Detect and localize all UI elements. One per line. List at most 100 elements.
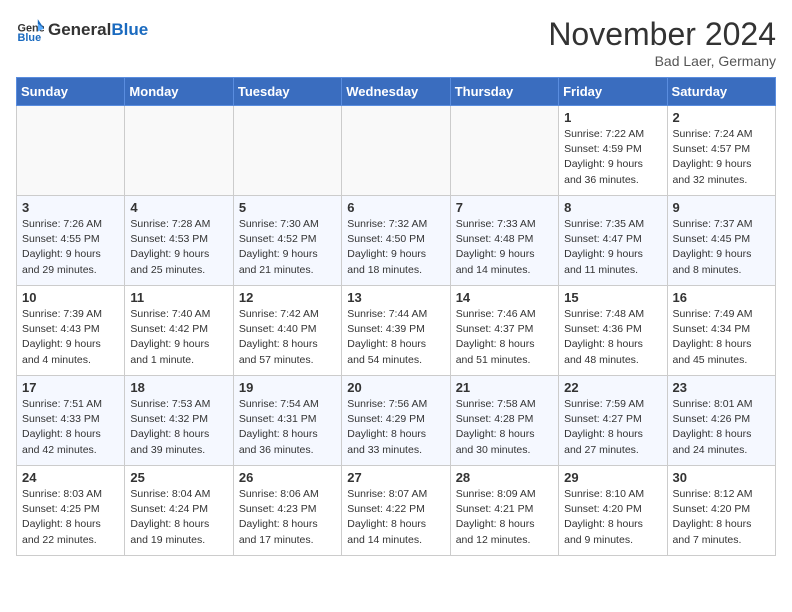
calendar-week-1: 1 Sunrise: 7:22 AM Sunset: 4:59 PM Daylig… (17, 106, 776, 196)
day-number: 18 (130, 380, 227, 395)
weekday-header-monday: Monday (125, 78, 233, 106)
day-info: Sunrise: 7:24 AM Sunset: 4:57 PM Dayligh… (673, 127, 770, 188)
day-info: Sunrise: 7:22 AM Sunset: 4:59 PM Dayligh… (564, 127, 661, 188)
day-info: Sunrise: 7:26 AM Sunset: 4:55 PM Dayligh… (22, 217, 119, 278)
day-number: 14 (456, 290, 553, 305)
day-number: 2 (673, 110, 770, 125)
weekday-header-thursday: Thursday (450, 78, 558, 106)
calendar-header: SundayMondayTuesdayWednesdayThursdayFrid… (17, 78, 776, 106)
day-info: Sunrise: 8:07 AM Sunset: 4:22 PM Dayligh… (347, 487, 444, 548)
day-info: Sunrise: 7:35 AM Sunset: 4:47 PM Dayligh… (564, 217, 661, 278)
day-info: Sunrise: 7:40 AM Sunset: 4:42 PM Dayligh… (130, 307, 227, 368)
day-number: 10 (22, 290, 119, 305)
logo: General Blue General Blue (16, 16, 148, 44)
calendar-cell: 30 Sunrise: 8:12 AM Sunset: 4:20 PM Dayli… (667, 466, 775, 556)
calendar-cell: 6 Sunrise: 7:32 AM Sunset: 4:50 PM Daylig… (342, 196, 450, 286)
day-number: 9 (673, 200, 770, 215)
calendar-week-4: 17 Sunrise: 7:51 AM Sunset: 4:33 PM Dayli… (17, 376, 776, 466)
day-number: 25 (130, 470, 227, 485)
calendar-cell (17, 106, 125, 196)
location: Bad Laer, Germany (548, 53, 776, 69)
logo-icon: General Blue (16, 16, 44, 44)
weekday-header-friday: Friday (559, 78, 667, 106)
day-number: 6 (347, 200, 444, 215)
day-number: 8 (564, 200, 661, 215)
day-info: Sunrise: 7:51 AM Sunset: 4:33 PM Dayligh… (22, 397, 119, 458)
day-info: Sunrise: 7:53 AM Sunset: 4:32 PM Dayligh… (130, 397, 227, 458)
calendar-cell: 15 Sunrise: 7:48 AM Sunset: 4:36 PM Dayli… (559, 286, 667, 376)
calendar-cell: 17 Sunrise: 7:51 AM Sunset: 4:33 PM Dayli… (17, 376, 125, 466)
day-number: 5 (239, 200, 336, 215)
calendar-cell: 18 Sunrise: 7:53 AM Sunset: 4:32 PM Dayli… (125, 376, 233, 466)
calendar-cell (342, 106, 450, 196)
day-info: Sunrise: 7:49 AM Sunset: 4:34 PM Dayligh… (673, 307, 770, 368)
calendar-cell: 10 Sunrise: 7:39 AM Sunset: 4:43 PM Dayli… (17, 286, 125, 376)
day-info: Sunrise: 8:12 AM Sunset: 4:20 PM Dayligh… (673, 487, 770, 548)
calendar-week-5: 24Sunrise: 8:03 AM Sunset: 4:25 PM Dayli… (17, 466, 776, 556)
calendar-cell (125, 106, 233, 196)
day-number: 12 (239, 290, 336, 305)
day-number: 23 (673, 380, 770, 395)
calendar-cell: 12 Sunrise: 7:42 AM Sunset: 4:40 PM Dayli… (233, 286, 341, 376)
calendar-cell: 13 Sunrise: 7:44 AM Sunset: 4:39 PM Dayli… (342, 286, 450, 376)
day-info: Sunrise: 7:32 AM Sunset: 4:50 PM Dayligh… (347, 217, 444, 278)
day-info: Sunrise: 8:06 AM Sunset: 4:23 PM Dayligh… (239, 487, 336, 548)
day-info: Sunrise: 8:04 AM Sunset: 4:24 PM Dayligh… (130, 487, 227, 548)
day-info: Sunrise: 7:39 AM Sunset: 4:43 PM Dayligh… (22, 307, 119, 368)
day-info: Sunrise: 7:48 AM Sunset: 4:36 PM Dayligh… (564, 307, 661, 368)
day-number: 7 (456, 200, 553, 215)
day-info: Sunrise: 7:33 AM Sunset: 4:48 PM Dayligh… (456, 217, 553, 278)
day-info: Sunrise: 7:46 AM Sunset: 4:37 PM Dayligh… (456, 307, 553, 368)
calendar-cell: 1 Sunrise: 7:22 AM Sunset: 4:59 PM Daylig… (559, 106, 667, 196)
logo-general: General (48, 20, 111, 40)
day-number: 11 (130, 290, 227, 305)
svg-text:Blue: Blue (18, 32, 42, 44)
calendar-cell: 16 Sunrise: 7:49 AM Sunset: 4:34 PM Dayli… (667, 286, 775, 376)
calendar-cell: 27 Sunrise: 8:07 AM Sunset: 4:22 PM Dayli… (342, 466, 450, 556)
day-number: 29 (564, 470, 661, 485)
day-number: 13 (347, 290, 444, 305)
day-number: 30 (673, 470, 770, 485)
day-number: 22 (564, 380, 661, 395)
calendar-week-3: 10 Sunrise: 7:39 AM Sunset: 4:43 PM Dayli… (17, 286, 776, 376)
day-number: 3 (22, 200, 119, 215)
weekday-header-tuesday: Tuesday (233, 78, 341, 106)
calendar-cell: 5 Sunrise: 7:30 AM Sunset: 4:52 PM Daylig… (233, 196, 341, 286)
day-info: Sunrise: 8:03 AM Sunset: 4:25 PM Dayligh… (22, 487, 119, 548)
calendar-cell (233, 106, 341, 196)
day-number: 15 (564, 290, 661, 305)
weekday-header-sunday: Sunday (17, 78, 125, 106)
day-info: Sunrise: 7:44 AM Sunset: 4:39 PM Dayligh… (347, 307, 444, 368)
day-number: 16 (673, 290, 770, 305)
day-info: Sunrise: 8:10 AM Sunset: 4:20 PM Dayligh… (564, 487, 661, 548)
day-info: Sunrise: 8:01 AM Sunset: 4:26 PM Dayligh… (673, 397, 770, 458)
calendar-cell: 29 Sunrise: 8:10 AM Sunset: 4:20 PM Dayli… (559, 466, 667, 556)
calendar-cell: 9Sunrise: 7:37 AM Sunset: 4:45 PM Daylig… (667, 196, 775, 286)
day-number: 1 (564, 110, 661, 125)
day-number: 21 (456, 380, 553, 395)
calendar-cell: 8 Sunrise: 7:35 AM Sunset: 4:47 PM Daylig… (559, 196, 667, 286)
title-block: November 2024 Bad Laer, Germany (548, 16, 776, 69)
page-header: General Blue General Blue November 2024 … (16, 16, 776, 69)
calendar-cell: 22 Sunrise: 7:59 AM Sunset: 4:27 PM Dayli… (559, 376, 667, 466)
day-number: 4 (130, 200, 227, 215)
day-info: Sunrise: 7:42 AM Sunset: 4:40 PM Dayligh… (239, 307, 336, 368)
day-info: Sunrise: 7:28 AM Sunset: 4:53 PM Dayligh… (130, 217, 227, 278)
calendar-cell: 23 Sunrise: 8:01 AM Sunset: 4:26 PM Dayli… (667, 376, 775, 466)
calendar-cell: 21 Sunrise: 7:58 AM Sunset: 4:28 PM Dayli… (450, 376, 558, 466)
day-number: 20 (347, 380, 444, 395)
calendar-cell: 2 Sunrise: 7:24 AM Sunset: 4:57 PM Daylig… (667, 106, 775, 196)
day-number: 27 (347, 470, 444, 485)
calendar-cell: 24Sunrise: 8:03 AM Sunset: 4:25 PM Dayli… (17, 466, 125, 556)
calendar-cell: 19Sunrise: 7:54 AM Sunset: 4:31 PM Dayli… (233, 376, 341, 466)
day-info: Sunrise: 7:59 AM Sunset: 4:27 PM Dayligh… (564, 397, 661, 458)
calendar-cell: 28Sunrise: 8:09 AM Sunset: 4:21 PM Dayli… (450, 466, 558, 556)
day-info: Sunrise: 7:58 AM Sunset: 4:28 PM Dayligh… (456, 397, 553, 458)
calendar-cell (450, 106, 558, 196)
day-number: 17 (22, 380, 119, 395)
calendar-cell: 4 Sunrise: 7:28 AM Sunset: 4:53 PM Daylig… (125, 196, 233, 286)
day-number: 26 (239, 470, 336, 485)
calendar-week-2: 3 Sunrise: 7:26 AM Sunset: 4:55 PM Daylig… (17, 196, 776, 286)
day-info: Sunrise: 7:30 AM Sunset: 4:52 PM Dayligh… (239, 217, 336, 278)
calendar-cell: 7 Sunrise: 7:33 AM Sunset: 4:48 PM Daylig… (450, 196, 558, 286)
